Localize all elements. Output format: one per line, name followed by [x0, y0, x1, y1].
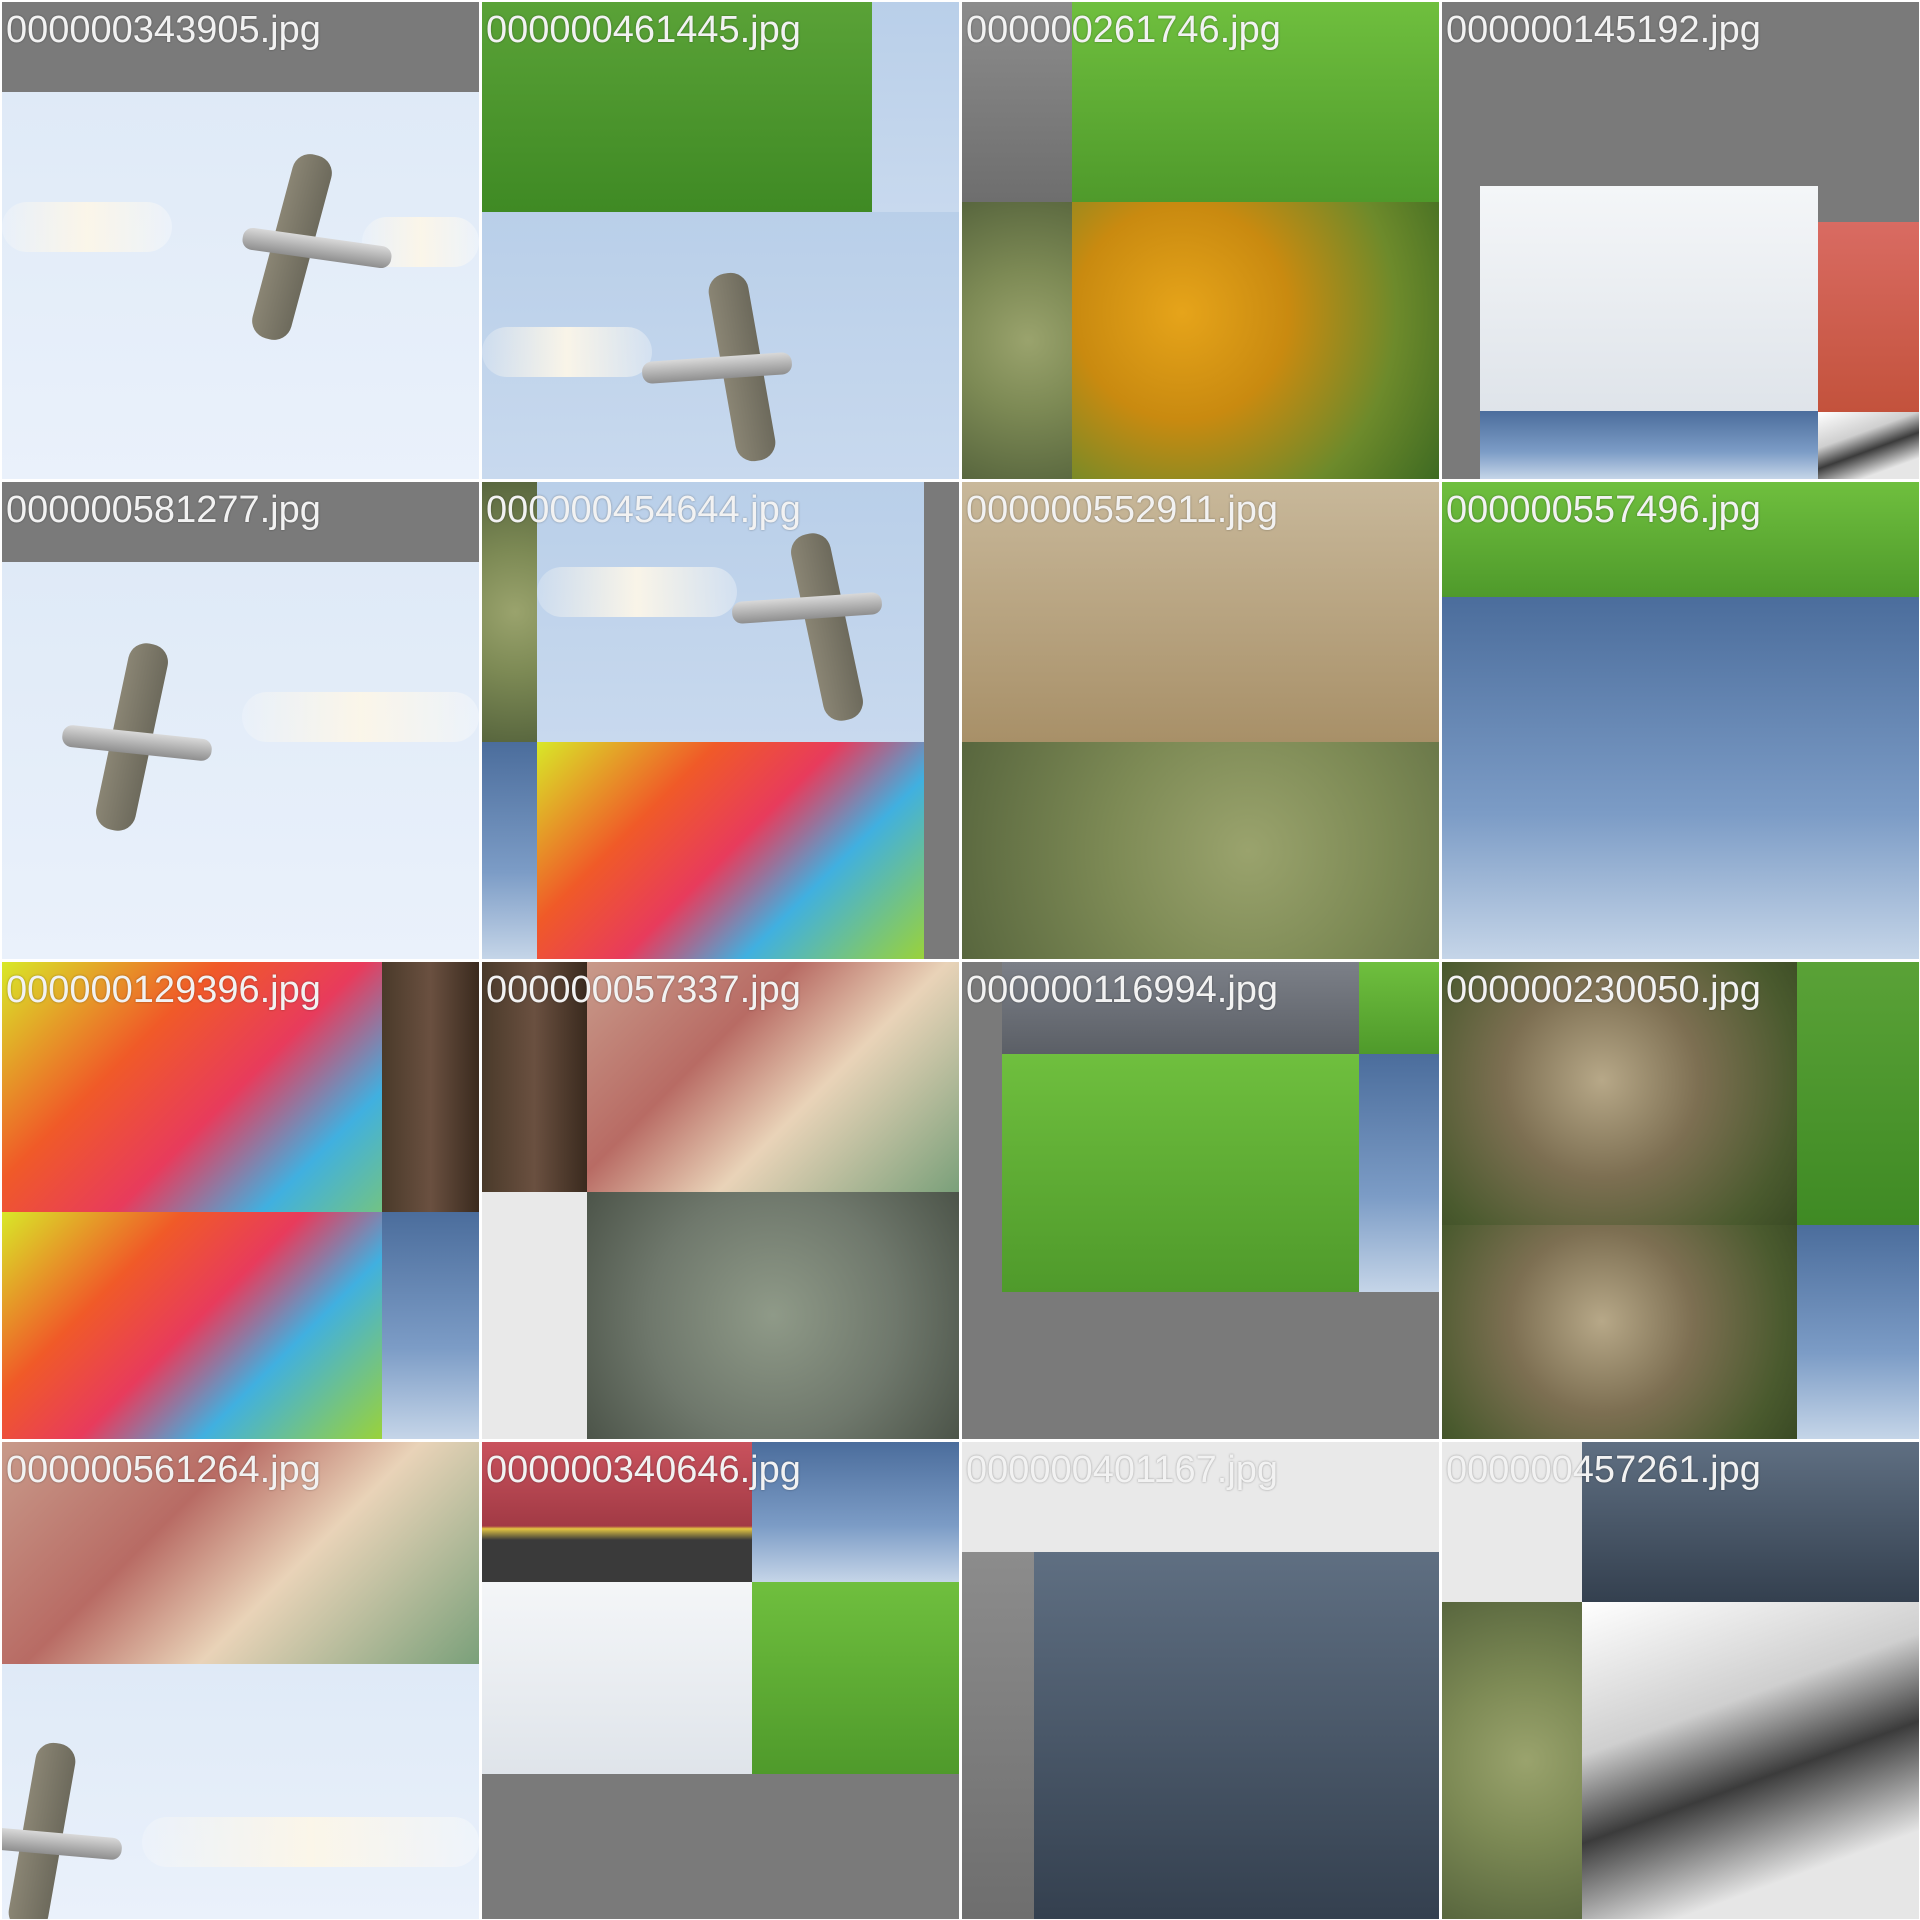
- mosaic-tile[interactable]: 000000129396.jpg: [2, 962, 479, 1439]
- giraffe-image: [1442, 962, 1797, 1225]
- smoke-trail: [142, 1817, 479, 1867]
- image-mosaic-grid: 000000343905.jpg 000000461445.jpg 000000…: [0, 0, 1920, 1920]
- kite-festival-image: [1442, 597, 1919, 959]
- mosaic-tile[interactable]: 000000581277.jpg: [2, 482, 479, 959]
- park-image: [1072, 2, 1439, 202]
- sky-strip-image: [1480, 411, 1818, 479]
- skier-image: [482, 1582, 752, 1774]
- field-image: [1002, 1054, 1359, 1292]
- mosaic-tile[interactable]: 000000343905.jpg: [2, 2, 479, 479]
- tree-canopy-image: [587, 1192, 959, 1439]
- airplane-sky-image: [2, 1664, 479, 1919]
- mosaic-tile[interactable]: 000000340646.jpg: [482, 1442, 959, 1919]
- tile-filename: 000000581277.jpg: [6, 489, 321, 531]
- kites-shop-image: [537, 742, 924, 959]
- field-image: [482, 2, 872, 212]
- smoke-trail: [537, 567, 737, 617]
- plants-image: [1442, 1602, 1582, 1919]
- sky-strip-image: [872, 2, 959, 212]
- grass-strip-image: [1442, 482, 1919, 597]
- street-image: [962, 2, 1072, 202]
- kites-shop-image: [2, 1442, 479, 1664]
- tile-filename: 000000343905.jpg: [6, 9, 321, 51]
- plants-strip-image: [482, 482, 537, 742]
- grass-strip-image: [1359, 962, 1439, 1054]
- wall-strip-image: [1442, 1442, 1582, 1602]
- runway-image: [1002, 962, 1359, 1054]
- mosaic-tile[interactable]: 000000557496.jpg: [1442, 482, 1919, 959]
- kites-shop-image: [587, 962, 959, 1192]
- field-image: [752, 1582, 959, 1774]
- autumn-trees-image: [1072, 202, 1439, 479]
- town-strip-image: [382, 1212, 479, 1439]
- mosaic-tile[interactable]: 000000461445.jpg: [482, 2, 959, 479]
- mosaic-tile[interactable]: 000000230050.jpg: [1442, 962, 1919, 1439]
- mosaic-tile[interactable]: 000000261746.jpg: [962, 2, 1439, 479]
- mosaic-tile[interactable]: 000000401167.jpg: [962, 1442, 1439, 1919]
- airport-sky-image: [1034, 1552, 1439, 1919]
- runway-strip-image: [1359, 1054, 1439, 1292]
- mosaic-tile[interactable]: 000000116994.jpg: [962, 962, 1439, 1439]
- door-strip-image: [482, 962, 587, 1192]
- mountain-strip-image: [1818, 412, 1919, 479]
- mosaic-tile[interactable]: 000000057337.jpg: [482, 962, 959, 1439]
- snowy-mountain-image: [1582, 1602, 1919, 1919]
- mountain-strip-image: [1797, 1225, 1919, 1439]
- giraffe-image: [1442, 1225, 1797, 1439]
- mosaic-tile[interactable]: 000000561264.jpg: [2, 1442, 479, 1919]
- room-image: [1818, 222, 1919, 412]
- sky-strip-image: [962, 1442, 1439, 1552]
- mosaic-tile[interactable]: 000000552911.jpg: [962, 482, 1439, 959]
- town-strip-image: [482, 742, 537, 959]
- smoke-trail: [482, 327, 652, 377]
- tree-canopy-image: [962, 742, 1439, 959]
- smoke-trail: [2, 202, 172, 252]
- train-image: [482, 1442, 752, 1582]
- mosaic-tile[interactable]: 000000454644.jpg: [482, 482, 959, 959]
- kites-shop-image: [2, 1212, 382, 1439]
- plants-image: [962, 202, 1072, 479]
- mosaic-tile[interactable]: 000000457261.jpg: [1442, 1442, 1919, 1919]
- door-strip-image: [382, 962, 479, 1212]
- street-strip-image: [962, 1552, 1034, 1919]
- kite-field-image: [752, 1442, 959, 1582]
- wall-strip-image: [482, 1192, 587, 1439]
- water-sand-image: [962, 482, 1439, 742]
- airplane-sky-image: [2, 562, 479, 959]
- tile-filename: 000000145192.jpg: [1446, 9, 1761, 51]
- airplane-sky-image: [2, 92, 479, 479]
- mosaic-tile[interactable]: 000000145192.jpg: [1442, 2, 1919, 479]
- smoke-trail: [242, 692, 479, 742]
- skier-image: [1480, 186, 1818, 411]
- zebra-strip-image: [1797, 962, 1919, 1225]
- ball-image: [1582, 1442, 1919, 1602]
